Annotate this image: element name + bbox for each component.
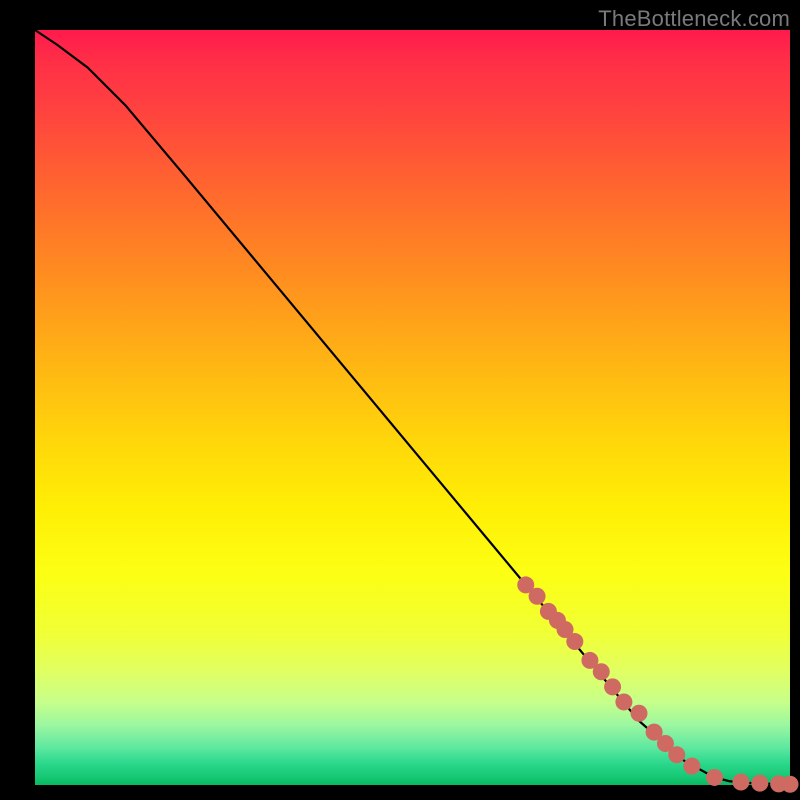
- data-points-group: [517, 576, 798, 792]
- data-point: [593, 663, 610, 680]
- data-point: [566, 633, 583, 650]
- data-point: [706, 769, 723, 786]
- chart-frame: TheBottleneck.com: [0, 0, 800, 800]
- data-point: [668, 746, 685, 763]
- trend-curve: [35, 30, 790, 784]
- data-point: [615, 693, 632, 710]
- attribution-label: TheBottleneck.com: [598, 6, 790, 32]
- data-point: [529, 588, 546, 605]
- data-point: [751, 775, 768, 792]
- data-point: [782, 776, 799, 793]
- data-point: [604, 678, 621, 695]
- data-point: [631, 705, 648, 722]
- data-point: [683, 758, 700, 775]
- chart-overlay: [35, 30, 790, 785]
- data-point: [732, 773, 749, 790]
- plot-area: [35, 30, 790, 785]
